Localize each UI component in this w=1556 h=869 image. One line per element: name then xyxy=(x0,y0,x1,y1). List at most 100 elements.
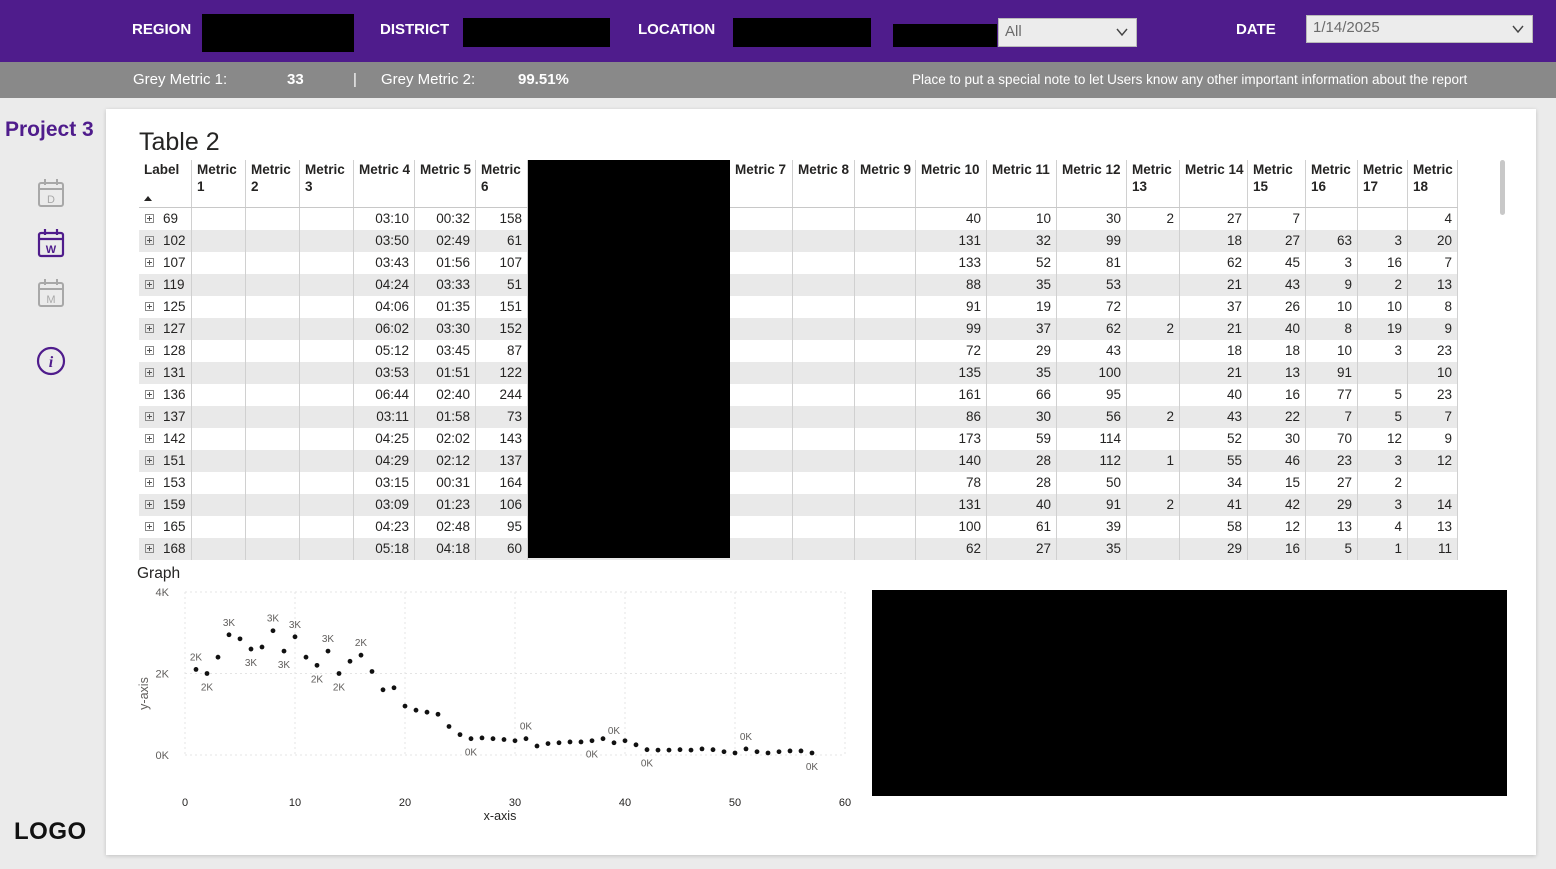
column-header[interactable]: Metric 1 xyxy=(192,160,246,207)
table-row[interactable]: 165 04:23 02:48 95 100 61 39 58 12 13 4 13 xyxy=(139,516,1458,538)
cell-value: 131 xyxy=(958,497,981,512)
table-row[interactable]: 125 04:06 01:35 151 91 19 72 37 26 10 10 8 xyxy=(139,296,1458,318)
table-cell: 45 xyxy=(1248,252,1306,274)
row-label: 127 xyxy=(139,318,192,340)
table-cell xyxy=(730,274,793,296)
cell-value: 03:11 xyxy=(376,409,409,424)
cell-value: 01:58 xyxy=(436,409,470,424)
data-point xyxy=(468,736,474,742)
table-row[interactable]: 159 03:09 01:23 106 131 40 91 2 41 42 29 3 14 xyxy=(139,494,1458,516)
column-header[interactable]: Metric 8 xyxy=(793,160,855,207)
cell-value: 56 xyxy=(1105,409,1121,424)
column-header[interactable]: Metric 18 xyxy=(1408,160,1458,207)
table-row[interactable]: 137 03:11 01:58 73 86 30 56 2 43 22 7 5 7 xyxy=(139,406,1458,428)
table-row[interactable]: 107 03:43 01:56 107 133 52 81 62 45 3 16 7 xyxy=(139,252,1458,274)
table-row[interactable]: 151 04:29 02:12 137 140 28 112 1 55 46 23 3 12 xyxy=(139,450,1458,472)
column-header[interactable]: Metric 13 xyxy=(1127,160,1180,207)
expand-row-icon[interactable] xyxy=(145,522,154,531)
column-header[interactable]: Metric 11 xyxy=(987,160,1057,207)
table-row[interactable]: 128 05:12 03:45 87 72 29 43 18 18 10 3 23 xyxy=(139,340,1458,362)
cell-value: 16 xyxy=(1284,541,1300,556)
district-slicer[interactable] xyxy=(463,18,610,47)
column-header[interactable]: Metric 6 xyxy=(476,160,528,207)
table-cell: 50 xyxy=(1057,472,1127,494)
column-header[interactable]: Metric 14 xyxy=(1180,160,1248,207)
expand-row-icon[interactable] xyxy=(145,280,154,289)
data-point xyxy=(688,747,694,753)
calendar-week-icon[interactable]: W xyxy=(37,228,65,258)
expand-row-icon[interactable] xyxy=(145,214,154,223)
column-header[interactable]: Label xyxy=(139,160,192,207)
expand-row-icon[interactable] xyxy=(145,390,154,399)
expand-row-icon[interactable] xyxy=(145,324,154,333)
table-row[interactable]: 127 06:02 03:30 152 99 37 62 2 21 40 8 19 9 xyxy=(139,318,1458,340)
table-row[interactable]: 136 06:44 02:40 244 161 66 95 40 16 77 5 23 xyxy=(139,384,1458,406)
table-cell: 27 xyxy=(1306,472,1358,494)
column-header[interactable]: Metric 16 xyxy=(1306,160,1358,207)
expand-row-icon[interactable] xyxy=(145,302,154,311)
table-cell: 91 xyxy=(916,296,987,318)
table-cell: 04:18 xyxy=(415,538,476,560)
table-cell: 95 xyxy=(476,516,528,538)
table-row[interactable]: 142 04:25 02:02 143 173 59 114 52 30 70 12 9 xyxy=(139,428,1458,450)
cell-value: 04:06 xyxy=(375,299,409,314)
extra-filter-dropdown[interactable]: All xyxy=(998,18,1137,47)
table-cell xyxy=(730,428,793,450)
table-cell: 140 xyxy=(916,450,987,472)
column-header[interactable]: Metric 3 xyxy=(300,160,354,207)
table-cell: 14 xyxy=(1408,494,1458,516)
expand-row-icon[interactable] xyxy=(145,544,154,553)
expand-row-icon[interactable] xyxy=(145,346,154,355)
column-header[interactable]: Metric 5 xyxy=(415,160,476,207)
column-header[interactable]: Metric 17 xyxy=(1358,160,1408,207)
expand-row-icon[interactable] xyxy=(145,478,154,487)
region-slicer[interactable] xyxy=(202,14,354,52)
cell-value: 107 xyxy=(163,255,186,270)
column-header[interactable]: Metric 12 xyxy=(1057,160,1127,207)
column-header[interactable]: Metric 7 xyxy=(730,160,793,207)
cell-value: 10 xyxy=(1436,365,1452,380)
date-dropdown[interactable]: 1/14/2025 xyxy=(1306,15,1533,43)
expand-row-icon[interactable] xyxy=(145,412,154,421)
expand-row-icon[interactable] xyxy=(145,236,154,245)
table-row[interactable]: 119 04:24 03:33 51 88 35 53 21 43 9 2 13 xyxy=(139,274,1458,296)
expand-row-icon[interactable] xyxy=(145,258,154,267)
column-header[interactable]: Metric 2 xyxy=(246,160,300,207)
table-cell: 02:40 xyxy=(415,384,476,406)
column-header[interactable]: Metric 15 xyxy=(1248,160,1306,207)
location-slicer[interactable] xyxy=(733,18,871,47)
calendar-month-icon[interactable]: M xyxy=(37,278,65,308)
expand-row-icon[interactable] xyxy=(145,434,154,443)
cell-value: 18 xyxy=(1226,233,1242,248)
expand-row-icon[interactable] xyxy=(145,500,154,509)
data-point xyxy=(292,634,298,640)
column-header[interactable]: Metric 4 xyxy=(354,160,415,207)
calendar-day-icon[interactable]: D xyxy=(37,178,65,208)
table-cell: 62 xyxy=(1180,252,1248,274)
table-cell xyxy=(793,406,855,428)
data-point xyxy=(622,738,628,744)
table-cell: 30 xyxy=(1248,428,1306,450)
table-cell: 01:56 xyxy=(415,252,476,274)
table-scrollbar[interactable] xyxy=(1500,160,1505,215)
table-row[interactable]: 131 03:53 01:51 122 135 35 100 21 13 91 10 xyxy=(139,362,1458,384)
column-header[interactable]: Metric 10 xyxy=(916,160,987,207)
info-icon[interactable]: i xyxy=(36,346,66,376)
table-cell xyxy=(1127,538,1180,560)
table-row[interactable]: 168 05:18 04:18 60 62 27 35 29 16 5 1 11 xyxy=(139,538,1458,560)
column-header[interactable]: Metric 9 xyxy=(855,160,916,207)
table-cell xyxy=(300,494,354,516)
table-row[interactable]: 153 03:15 00:31 164 78 28 50 34 15 27 2 xyxy=(139,472,1458,494)
table-cell: 13 xyxy=(1306,516,1358,538)
table-cell xyxy=(192,252,246,274)
table-cell: 3 xyxy=(1358,450,1408,472)
cell-value: 140 xyxy=(958,453,981,468)
table-cell xyxy=(730,384,793,406)
table-row[interactable]: 69 03:10 00:32 158 40 10 30 2 27 7 4 xyxy=(139,208,1458,230)
data-point xyxy=(259,644,265,650)
table-row[interactable]: 102 03:50 02:49 61 131 32 99 18 27 63 3 20 xyxy=(139,230,1458,252)
table-cell xyxy=(192,538,246,560)
cell-value: 12 xyxy=(1386,431,1402,446)
expand-row-icon[interactable] xyxy=(145,456,154,465)
expand-row-icon[interactable] xyxy=(145,368,154,377)
